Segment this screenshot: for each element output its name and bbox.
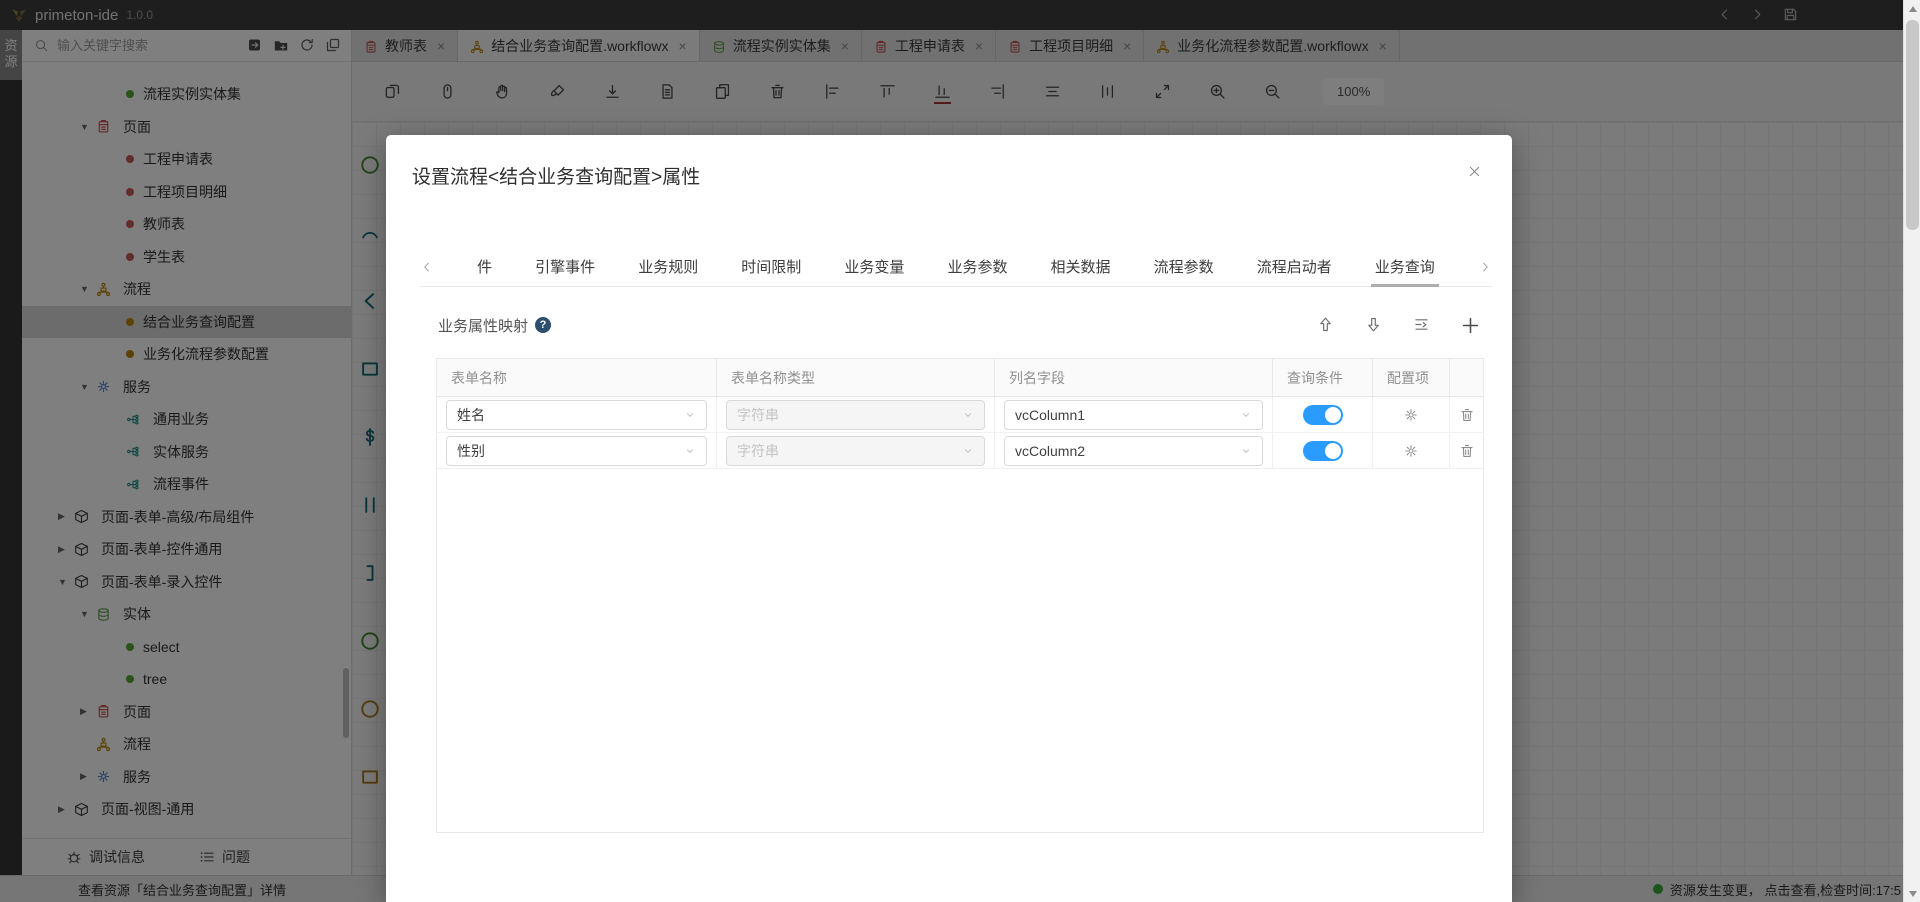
plus-icon: [1461, 316, 1480, 335]
table-row: 姓名字符串 vcColumn1: [437, 397, 1483, 433]
dialog-tab[interactable]: 相关数据: [1051, 247, 1111, 287]
form-name-select[interactable]: 性别: [446, 436, 707, 466]
section-title: 业务属性映射: [438, 315, 528, 336]
column-header: 查询条件: [1273, 359, 1373, 396]
chevron-down-icon: [962, 409, 974, 421]
column-header: 表单名称类型: [717, 359, 995, 396]
dialog-tab[interactable]: 流程启动者: [1257, 247, 1332, 287]
table-row: 性别字符串 vcColumn2: [437, 433, 1483, 469]
column-field-select[interactable]: vcColumn2: [1004, 436, 1263, 466]
chevron-down-icon: [684, 445, 696, 457]
dialog-title: 设置流程<结合业务查询配置>属性: [412, 162, 700, 189]
query-condition-toggle[interactable]: [1303, 405, 1343, 425]
gear-config-icon: [1403, 407, 1419, 423]
dialog-tab[interactable]: 时间限制: [741, 247, 801, 287]
plus-button[interactable]: [1461, 316, 1480, 335]
scroll-up-icon[interactable]: [1904, 0, 1920, 17]
flow-properties-dialog: 设置流程<结合业务查询配置>属性 件 引擎事件 业务规则 时间限制 业务变量 业务参数 相关…: [386, 135, 1512, 902]
chevron-down-icon: [684, 409, 696, 421]
arrow-down-icon: [1365, 316, 1382, 333]
help-icon[interactable]: ?: [535, 317, 551, 333]
dialog-tabbar: 件 引擎事件 业务规则 时间限制 业务变量 业务参数 相关数据 流程参数 流程启动者 业务查询: [420, 247, 1492, 287]
chevron-down-icon: [962, 445, 974, 457]
chevron-down-icon: [1240, 409, 1252, 421]
chevron-down-icon: [1240, 445, 1252, 457]
column-header: 配置项: [1373, 359, 1450, 396]
section-header: 业务属性映射 ?: [438, 307, 1480, 343]
table-actions: [1317, 316, 1480, 335]
config-button[interactable]: [1403, 407, 1419, 423]
table-body: 姓名字符串 vcColumn1 性别字符串 vcColumn2: [437, 397, 1483, 469]
dialog-tab[interactable]: 业务参数: [947, 247, 1007, 287]
move-rows-button[interactable]: [1413, 316, 1430, 334]
chevron-left-icon: [420, 260, 434, 274]
scrollbar-thumb[interactable]: [1906, 20, 1919, 230]
chevron-right-icon: [1478, 260, 1492, 274]
tabs-scroll-right-icon[interactable]: [1478, 260, 1492, 274]
trash-icon: [1459, 443, 1475, 459]
dialog-tab[interactable]: 流程参数: [1154, 247, 1214, 287]
dialog-tab[interactable]: 业务规则: [638, 247, 698, 287]
close-icon[interactable]: [1467, 163, 1482, 181]
trash-icon: [1459, 407, 1475, 423]
table-header: 表单名称表单名称类型列名字段查询条件配置项: [437, 359, 1483, 397]
tabs-scroll-left-icon[interactable]: [420, 260, 434, 274]
page-scrollbar[interactable]: [1903, 0, 1920, 902]
dialog-tab[interactable]: 业务查询: [1375, 247, 1435, 287]
delete-row-button[interactable]: [1459, 443, 1475, 459]
config-button[interactable]: [1403, 443, 1419, 459]
column-header: 表单名称: [437, 359, 717, 396]
query-condition-toggle[interactable]: [1303, 441, 1343, 461]
form-name-select[interactable]: 姓名: [446, 400, 707, 430]
form-name-type-select[interactable]: 字符串: [726, 436, 985, 466]
form-name-type-select[interactable]: 字符串: [726, 400, 985, 430]
dialog-tab[interactable]: 业务变量: [844, 247, 904, 287]
scroll-down-icon[interactable]: [1904, 885, 1920, 902]
arrow-up-icon: [1317, 316, 1334, 333]
delete-row-button[interactable]: [1459, 407, 1475, 423]
arrow-up-button[interactable]: [1317, 316, 1334, 334]
dialog-tab[interactable]: 引擎事件: [535, 247, 595, 287]
gear-config-icon: [1403, 443, 1419, 459]
column-header: 列名字段: [995, 359, 1273, 396]
arrow-down-button[interactable]: [1365, 316, 1382, 334]
mapping-table: 表单名称表单名称类型列名字段查询条件配置项 姓名字符串vcColumn1性别字符…: [436, 358, 1484, 833]
column-field-select[interactable]: vcColumn1: [1004, 400, 1263, 430]
dialog-tab[interactable]: 件: [477, 247, 492, 287]
move-rows-icon: [1413, 316, 1430, 333]
